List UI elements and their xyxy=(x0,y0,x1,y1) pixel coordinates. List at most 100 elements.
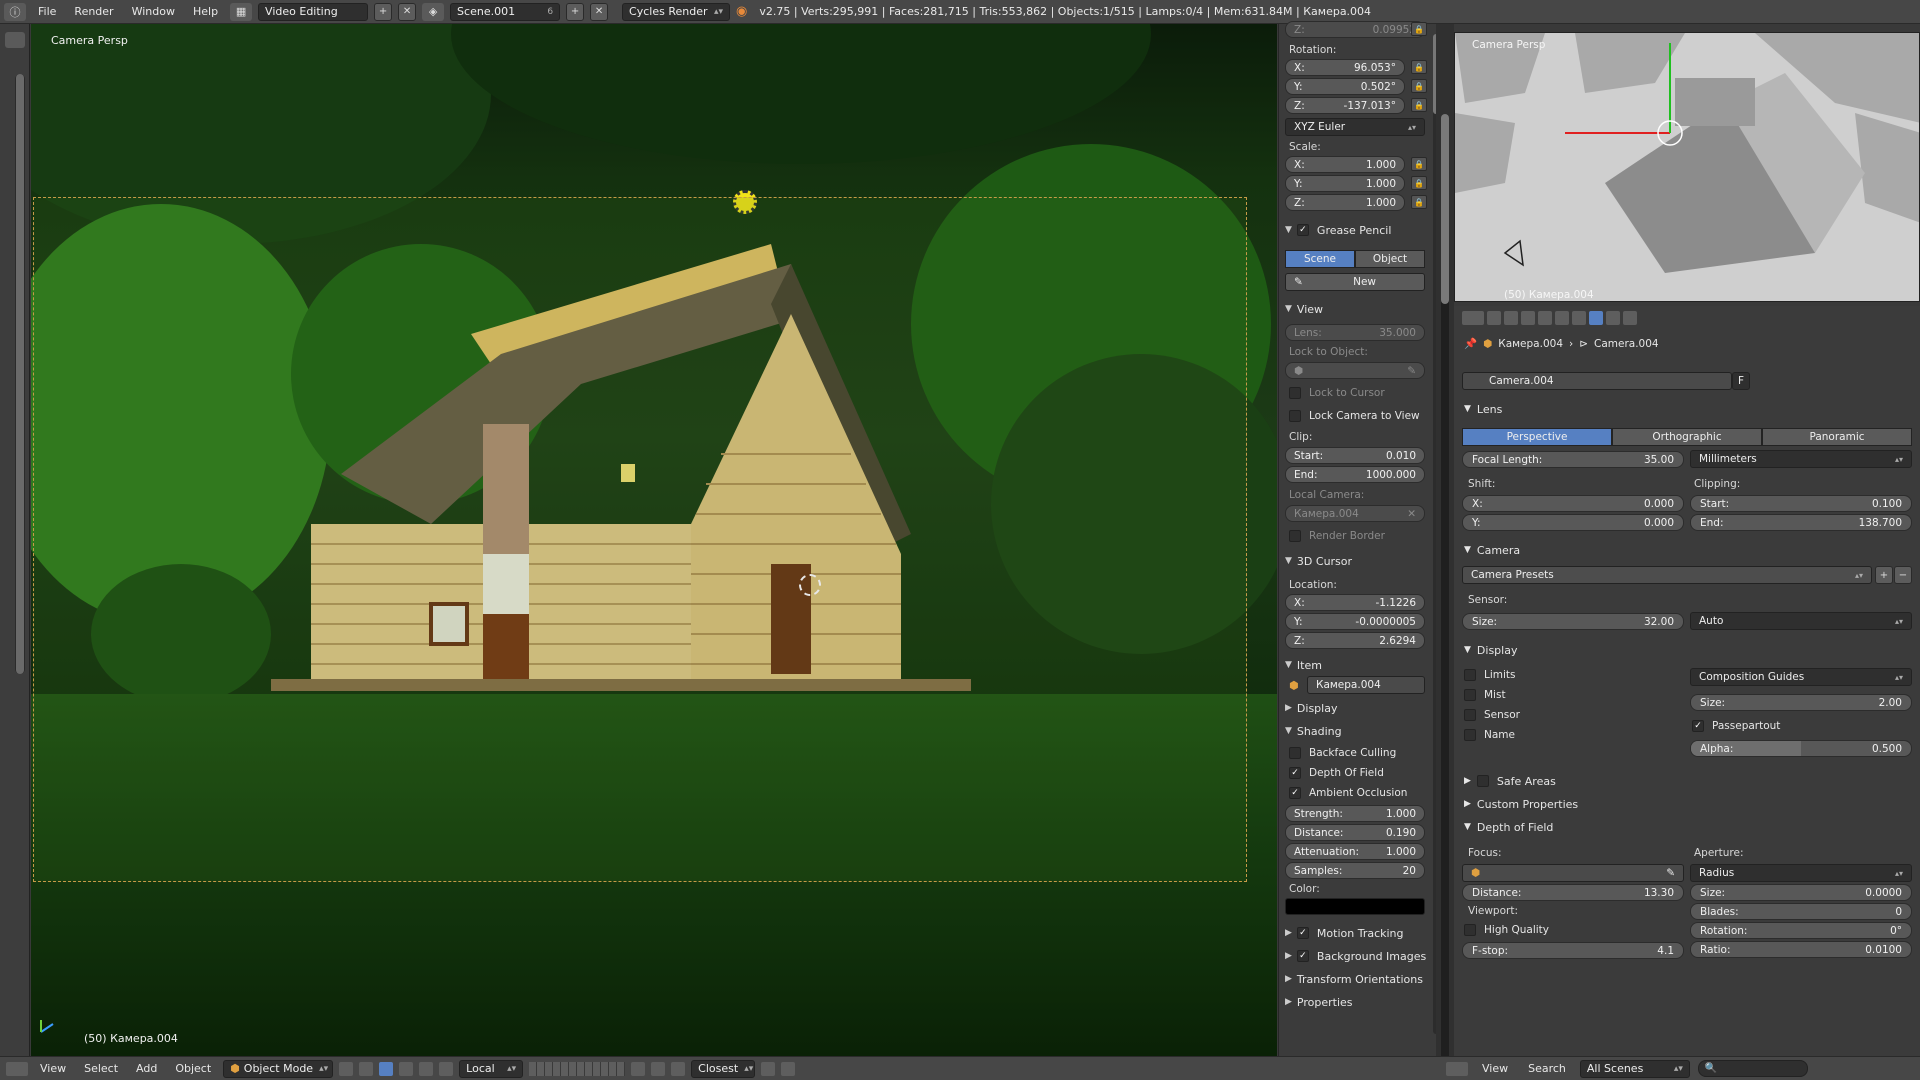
eyedropper-icon[interactable]: ✎ xyxy=(1407,365,1416,377)
lock-icon[interactable]: 🔒 xyxy=(1411,157,1427,171)
area-divider[interactable] xyxy=(1436,24,1454,1064)
snap-target-select[interactable]: Closest ▴▾ xyxy=(691,1059,756,1078)
ao-distance-field[interactable]: Distance: 0.190 xyxy=(1285,824,1425,841)
editor-type-icon[interactable] xyxy=(1462,311,1484,325)
menu-search[interactable]: Search xyxy=(1522,1062,1572,1075)
texture-tab-icon[interactable] xyxy=(1606,311,1620,325)
item-name-field[interactable]: Камера.004 xyxy=(1307,676,1425,694)
clip-start-field[interactable]: Start: 0.100 xyxy=(1690,495,1912,512)
depth-of-field-checkbox[interactable]: ✓ Depth Of Field xyxy=(1289,766,1384,780)
clip-end-field[interactable]: End: 138.700 xyxy=(1690,514,1912,531)
menu-window[interactable]: Window xyxy=(126,5,181,18)
camera-presets-select[interactable]: Camera Presets ▴▾ xyxy=(1462,566,1872,584)
preview-viewport[interactable]: Camera Persp (50) Камера.004 xyxy=(1454,32,1920,302)
menu-help[interactable]: Help xyxy=(187,5,224,18)
render-animation-icon[interactable] xyxy=(781,1061,796,1076)
composition-guides-select[interactable]: Composition Guides ▴▾ xyxy=(1690,668,1912,686)
sensor-fit-select[interactable]: Auto ▴▾ xyxy=(1690,612,1912,630)
fstop-field[interactable]: F-stop: 4.1 xyxy=(1462,942,1684,959)
snap-icon[interactable] xyxy=(671,1061,686,1076)
view-header[interactable]: ▼ View xyxy=(1285,300,1431,318)
screen-layout-select[interactable]: Video Editing xyxy=(258,2,369,21)
backface-culling-checkbox[interactable]: Backface Culling xyxy=(1289,746,1396,760)
custom-properties-header[interactable]: ▶ Custom Properties xyxy=(1464,795,1578,813)
manipulator-icon[interactable] xyxy=(379,1061,394,1076)
clip-end-field[interactable]: End: 1000.000 xyxy=(1285,466,1425,483)
display-mode-select[interactable]: All Scenes ▴▾ xyxy=(1579,1059,1690,1078)
lock-icon[interactable]: 🔒 xyxy=(1411,98,1427,112)
menu-render[interactable]: Render xyxy=(68,5,119,18)
cursor-x-field[interactable]: X: -1.1226 xyxy=(1285,594,1425,611)
tab-object[interactable]: Object xyxy=(1355,250,1425,268)
clip-start-field[interactable]: Start: 0.010 xyxy=(1285,447,1425,464)
scale-icon[interactable] xyxy=(439,1061,454,1076)
rotation-mode-select[interactable]: XYZ Euler ▴▾ xyxy=(1285,118,1425,136)
display-header[interactable]: ▶ Display xyxy=(1285,699,1431,717)
background-images-header[interactable]: ▶ ✓ Background Images xyxy=(1285,947,1431,965)
aperture-rotation-field[interactable]: Rotation: 0° xyxy=(1690,922,1912,939)
pin-icon[interactable]: 📌 xyxy=(1464,337,1477,350)
editor-type-icon[interactable] xyxy=(1446,1061,1468,1076)
lock-icon[interactable]: 🔒 xyxy=(1411,60,1427,74)
scene-icon[interactable]: ◈ xyxy=(422,2,445,21)
render-preview-icon[interactable] xyxy=(761,1061,776,1076)
camera-header[interactable]: ▼ Camera xyxy=(1464,541,1520,559)
focus-object-field[interactable]: ⬢ ✎ xyxy=(1462,864,1684,882)
aperture-ratio-field[interactable]: Ratio: 0.0100 xyxy=(1690,941,1912,958)
render-engine-select[interactable]: Cycles Render ▴▾ xyxy=(622,2,731,21)
properties-header[interactable]: ▶ Properties xyxy=(1285,993,1431,1011)
motion-tracking-header[interactable]: ▶ ✓ Motion Tracking xyxy=(1285,924,1431,942)
lock-icon[interactable]: 🔒 xyxy=(1411,79,1427,93)
high-quality-checkbox[interactable]: High Quality xyxy=(1464,923,1549,937)
mode-select[interactable]: ⬢ Object Mode ▴▾ xyxy=(223,1059,334,1078)
proportional-edit-icon[interactable] xyxy=(651,1061,666,1076)
lock-layers-icon[interactable] xyxy=(631,1061,646,1076)
pivot-point-icon[interactable] xyxy=(359,1061,374,1076)
lock-object-field[interactable]: ⬢ ✎ xyxy=(1285,362,1425,379)
add-scene-button[interactable]: + xyxy=(566,2,585,21)
display-header[interactable]: ▼ Display xyxy=(1464,641,1517,659)
shading-header[interactable]: ▼ Shading xyxy=(1285,722,1431,740)
lock-to-cursor-checkbox[interactable]: Lock to Cursor xyxy=(1289,386,1385,400)
name-checkbox[interactable]: Name xyxy=(1464,728,1515,742)
remove-scene-button[interactable]: ✕ xyxy=(590,2,609,21)
menu-view[interactable]: View xyxy=(34,1062,72,1075)
grease-pencil-checkbox[interactable]: ✓ xyxy=(1296,224,1309,236)
properties-scrollbar[interactable] xyxy=(1441,114,1449,1064)
add-preset-button[interactable]: + xyxy=(1875,566,1893,584)
lock-icon[interactable]: 🔒 xyxy=(1411,195,1427,209)
ambient-occlusion-checkbox[interactable]: ✓ Ambient Occlusion xyxy=(1289,786,1407,800)
lens-field[interactable]: Lens: 35.000 xyxy=(1285,324,1425,341)
scale-y-field[interactable]: Y: 1.000 xyxy=(1285,175,1405,192)
safe-areas-header[interactable]: ▶ Safe Areas xyxy=(1464,772,1556,790)
alpha-slider[interactable]: Alpha: 0.500 xyxy=(1690,740,1912,757)
rotation-z-field[interactable]: Z: -137.013° xyxy=(1285,97,1405,114)
depth-of-field-header[interactable]: ▼ Depth of Field xyxy=(1464,818,1553,836)
3d-cursor-header[interactable]: ▼ 3D Cursor xyxy=(1285,552,1431,570)
aperture-blades-field[interactable]: Blades: 0 xyxy=(1690,903,1912,920)
remove-screen-button[interactable]: ✕ xyxy=(398,2,417,21)
new-grease-pencil-button[interactable]: ✎ New xyxy=(1285,273,1425,291)
search-input[interactable]: 🔍 xyxy=(1697,1060,1808,1077)
eyedropper-icon[interactable]: ✎ xyxy=(1666,867,1675,879)
translate-icon[interactable] xyxy=(399,1061,414,1076)
item-header[interactable]: ▼ Item xyxy=(1285,656,1431,674)
clear-icon[interactable]: ✕ xyxy=(1407,508,1416,520)
3d-cursor-icon[interactable] xyxy=(799,574,821,596)
viewport-shading-icon[interactable] xyxy=(339,1061,354,1076)
limits-checkbox[interactable]: Limits xyxy=(1464,668,1516,682)
lens-unit-select[interactable]: Millimeters ▴▾ xyxy=(1690,450,1912,468)
rotation-x-field[interactable]: X: 96.053° xyxy=(1285,59,1405,76)
mist-checkbox[interactable]: Mist xyxy=(1464,688,1506,702)
aperture-type-select[interactable]: Radius ▴▾ xyxy=(1690,864,1912,882)
remove-preset-button[interactable]: − xyxy=(1894,566,1912,584)
display-size-field[interactable]: Size: 2.00 xyxy=(1690,694,1912,711)
scene-tab-icon[interactable] xyxy=(1521,311,1535,325)
transform-orientations-header[interactable]: ▶ Transform Orientations xyxy=(1285,970,1431,988)
camera-datablock-field[interactable]: Camera.004 xyxy=(1462,372,1732,390)
constraints-tab-icon[interactable] xyxy=(1572,311,1586,325)
tab-orthographic[interactable]: Orthographic xyxy=(1612,428,1762,446)
cursor-z-field[interactable]: Z: 2.6294 xyxy=(1285,632,1425,649)
ao-samples-field[interactable]: Samples: 20 xyxy=(1285,862,1425,879)
scale-x-field[interactable]: X: 1.000 xyxy=(1285,156,1405,173)
